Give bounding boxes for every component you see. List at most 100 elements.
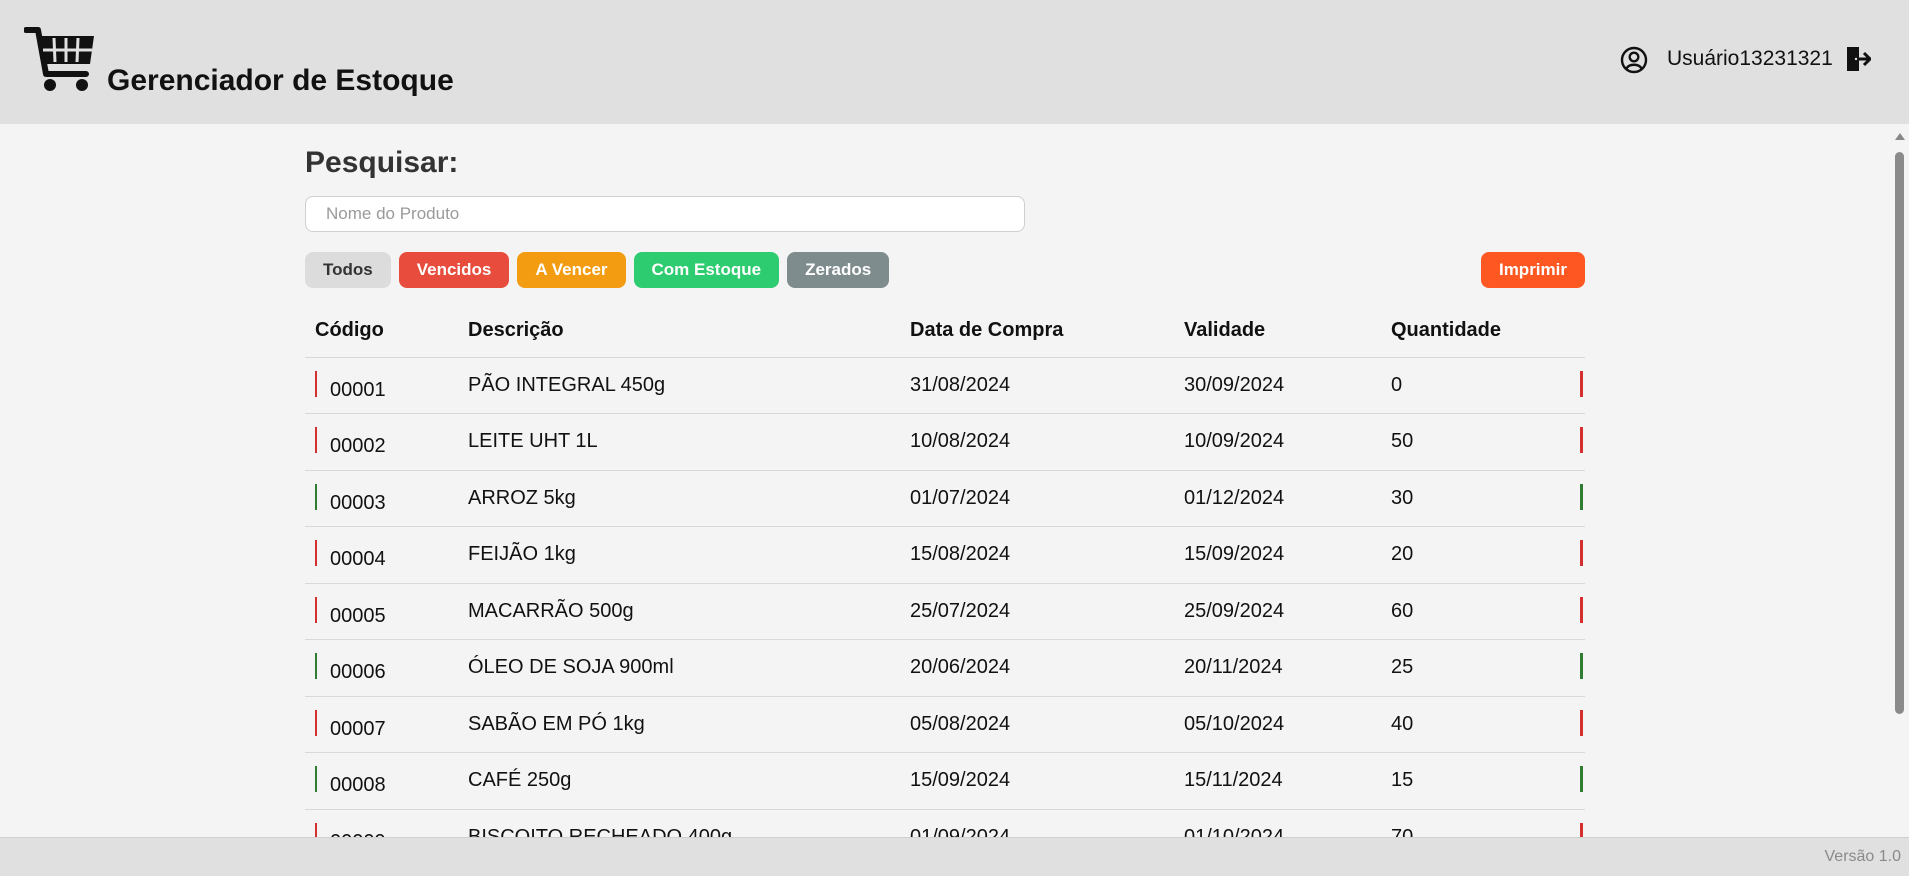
search-title: Pesquisar:	[305, 146, 459, 179]
cell-code: 00003	[305, 470, 458, 527]
status-indicator-left	[315, 709, 317, 736]
search-input[interactable]	[305, 196, 1025, 232]
cell-description: FEIJÃO 1kg	[458, 526, 900, 584]
cell-purchase-date: 15/08/2024	[900, 526, 1174, 584]
status-indicator-left	[315, 766, 317, 792]
product-code: 00005	[330, 604, 386, 627]
purchase-date-text: 20/06/2024	[910, 656, 1011, 679]
cell-code: 00002	[305, 413, 458, 471]
quantity-text: 25	[1391, 656, 1414, 679]
cell-description: ÓLEO DE SOJA 900ml	[458, 639, 900, 697]
cell-purchase-date: 25/07/2024	[900, 583, 1174, 640]
cell-expiry: 01/12/2024	[1174, 470, 1381, 527]
version-label: Versão 1.0	[1824, 848, 1902, 865]
scrollbar-thumb[interactable]	[1895, 152, 1904, 714]
product-code: 00008	[330, 774, 386, 797]
cell-code: 00007	[305, 696, 458, 753]
cell-quantity: 30	[1381, 470, 1585, 527]
filter-buttons: Todos Vencidos A Vencer Com Estoque Zerados	[305, 252, 890, 288]
description-text: PÃO INTEGRAL 450g	[468, 373, 666, 396]
shopping-cart-icon	[24, 27, 94, 91]
app-title: Gerenciador de Estoque	[107, 64, 454, 97]
table-row[interactable]: 00008 CAFÉ 250g 15/09/2024 15/11/2024 15	[305, 752, 1585, 810]
cell-code: 00008	[305, 752, 458, 810]
description-text: MACARRÃO 500g	[468, 599, 634, 622]
filter-button-a-vencer[interactable]: A Vencer	[517, 252, 626, 288]
username-label[interactable]: Usuário13231321	[1667, 47, 1833, 71]
column-header[interactable]: Validade	[1174, 304, 1381, 358]
status-indicator-left	[315, 483, 317, 510]
status-indicator-right	[1580, 540, 1583, 566]
cell-quantity: 50	[1381, 413, 1585, 471]
quantity-text: 30	[1391, 486, 1414, 509]
status-indicator-right	[1580, 483, 1583, 510]
quantity-text: 0	[1391, 373, 1403, 396]
table-row[interactable]: 00007 SABÃO EM PÓ 1kg 05/08/2024 05/10/2024…	[305, 696, 1585, 753]
purchase-date-text: 10/08/2024	[910, 430, 1011, 453]
purchase-date-text: 25/07/2024	[910, 599, 1011, 622]
table-row[interactable]: 00006 ÓLEO DE SOJA 900ml 20/06/2024 20/11/2…	[305, 639, 1585, 697]
column-header[interactable]: Data de Compra	[900, 304, 1174, 358]
cell-description: MACARRÃO 500g	[458, 583, 900, 640]
cell-quantity: 25	[1381, 639, 1585, 697]
purchase-date-text: 01/07/2024	[910, 486, 1011, 509]
status-indicator-left	[315, 653, 317, 679]
product-code: 00007	[330, 717, 386, 740]
app-footer: Versão 1.0	[0, 837, 1909, 876]
stock-table: Código Descrição Data de Compra Validade Qua…	[305, 304, 1585, 866]
product-code: 00001	[330, 378, 386, 401]
scrollbar[interactable]	[1890, 124, 1909, 837]
expiry-text: 05/10/2024	[1184, 712, 1285, 735]
app-header: Gerenciador de Estoque Usuário13231321	[0, 0, 1909, 124]
table-row[interactable]: 00005 MACARRÃO 500g 25/07/2024 25/09/2024 60	[305, 583, 1585, 640]
cell-quantity: 20	[1381, 526, 1585, 584]
cell-expiry: 15/11/2024	[1174, 752, 1381, 810]
cell-purchase-date: 31/08/2024	[900, 357, 1174, 414]
status-indicator-left	[315, 427, 317, 453]
cell-description: ARROZ 5kg	[458, 470, 900, 527]
description-text: SABÃO EM PÓ 1kg	[468, 712, 645, 735]
purchase-date-text: 15/09/2024	[910, 769, 1011, 792]
cell-description: SABÃO EM PÓ 1kg	[458, 696, 900, 753]
cell-purchase-date: 01/07/2024	[900, 470, 1174, 527]
filter-button-zerados[interactable]: Zerados	[787, 252, 890, 288]
status-indicator-left	[315, 540, 317, 566]
expiry-text: 30/09/2024	[1184, 373, 1285, 396]
logout-door-icon[interactable]	[1845, 45, 1871, 73]
column-header[interactable]: Código	[305, 304, 458, 358]
column-header[interactable]: Descrição	[458, 304, 900, 358]
cell-purchase-date: 05/08/2024	[900, 696, 1174, 753]
purchase-date-text: 31/08/2024	[910, 373, 1011, 396]
filter-button-com-estoque[interactable]: Com Estoque	[633, 252, 780, 288]
description-text: CAFÉ 250g	[468, 769, 572, 792]
cell-expiry: 15/09/2024	[1174, 526, 1381, 584]
scroll-up-arrow-icon[interactable]	[1895, 133, 1905, 140]
quantity-text: 15	[1391, 769, 1414, 792]
cell-expiry: 20/11/2024	[1174, 639, 1381, 697]
status-indicator-right	[1580, 709, 1583, 736]
cell-description: LEITE UHT 1L	[458, 413, 900, 471]
cell-expiry: 30/09/2024	[1174, 357, 1381, 414]
cell-expiry: 05/10/2024	[1174, 696, 1381, 753]
cell-purchase-date: 15/09/2024	[900, 752, 1174, 810]
quantity-text: 20	[1391, 543, 1414, 566]
status-indicator-right	[1580, 370, 1583, 397]
cell-purchase-date: 20/06/2024	[900, 639, 1174, 697]
cell-code: 00001	[305, 357, 458, 414]
status-indicator-right	[1580, 427, 1583, 453]
filter-button-todos[interactable]: Todos	[305, 252, 391, 288]
table-row[interactable]: 00003 ARROZ 5kg 01/07/2024 01/12/2024 30	[305, 470, 1585, 527]
user-circle-icon[interactable]	[1620, 46, 1648, 74]
quantity-text: 60	[1391, 599, 1414, 622]
cell-description: PÃO INTEGRAL 450g	[458, 357, 900, 414]
print-button[interactable]: Imprimir	[1480, 252, 1585, 288]
table-row[interactable]: 00001 PÃO INTEGRAL 450g 31/08/2024 30/09/20…	[305, 357, 1585, 414]
column-header[interactable]: Quantidade	[1381, 304, 1585, 358]
cell-code: 00005	[305, 583, 458, 640]
status-indicator-right	[1580, 766, 1583, 792]
table-row[interactable]: 00002 LEITE UHT 1L 10/08/2024 10/09/2024 50	[305, 413, 1585, 471]
cell-quantity: 0	[1381, 357, 1585, 414]
status-indicator-left	[315, 596, 317, 623]
table-row[interactable]: 00004 FEIJÃO 1kg 15/08/2024 15/09/2024 20	[305, 526, 1585, 584]
filter-button-vencidos[interactable]: Vencidos	[398, 252, 510, 288]
